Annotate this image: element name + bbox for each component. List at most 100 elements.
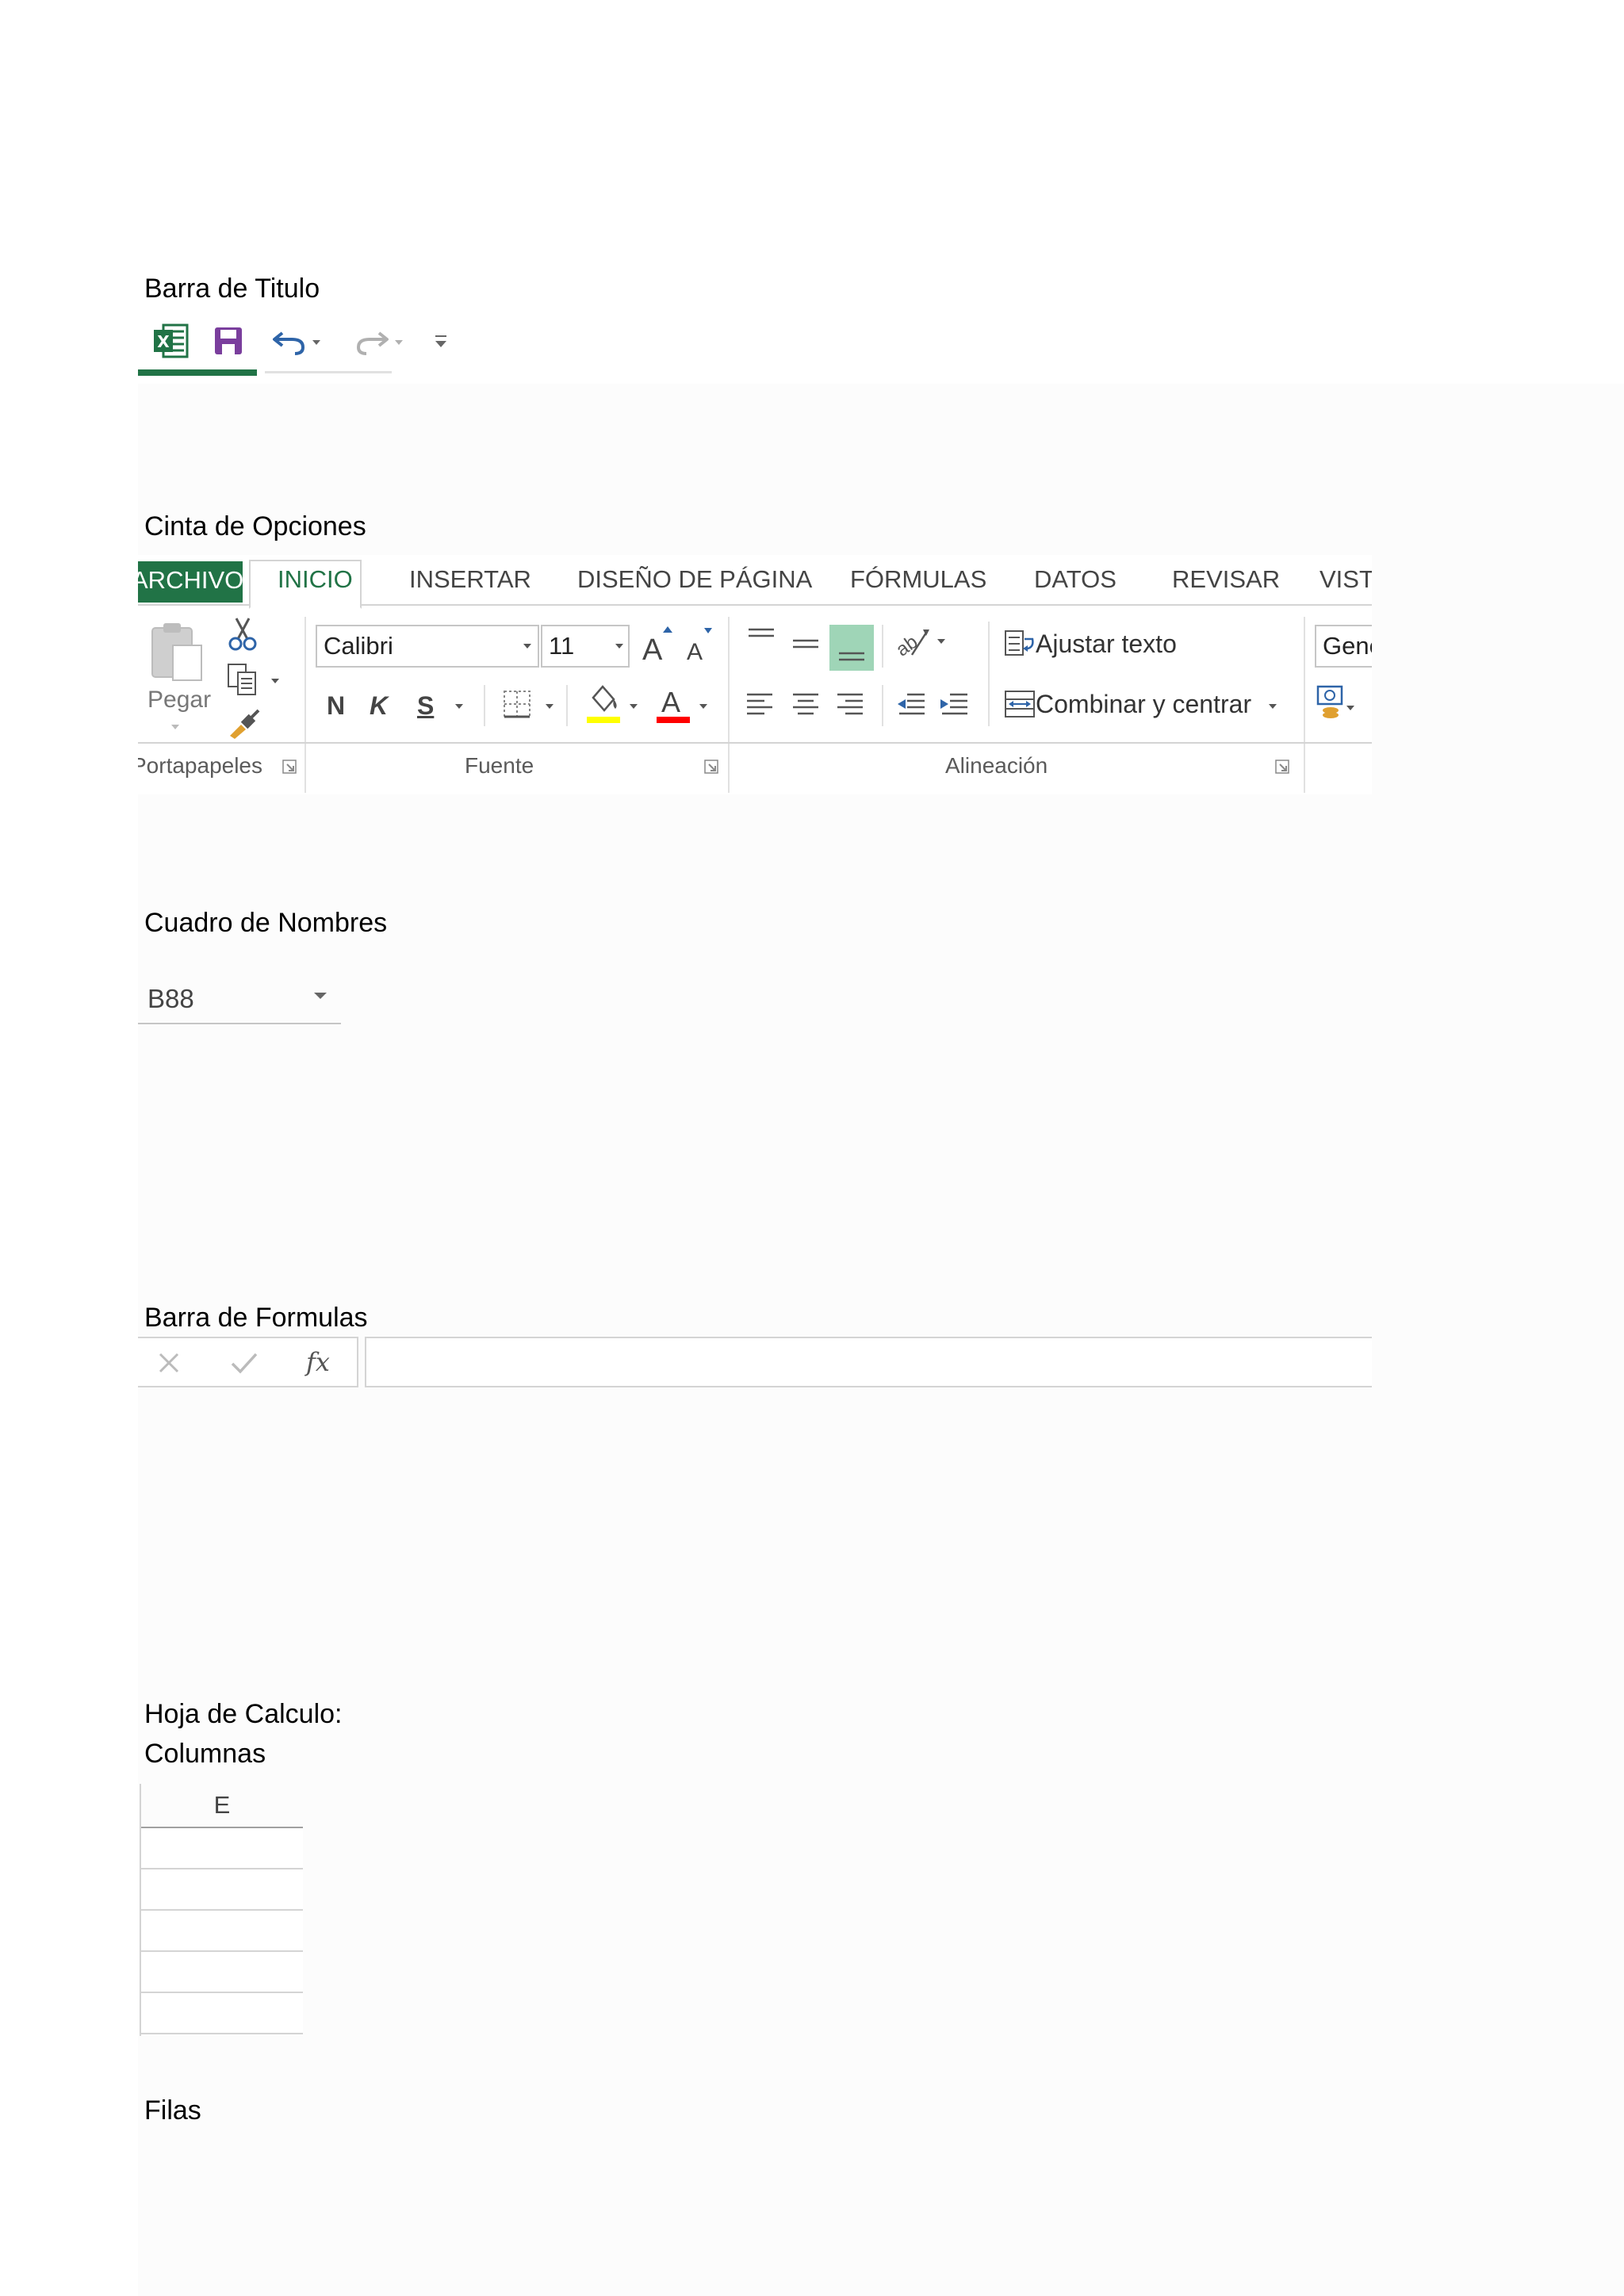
copy-icon[interactable]	[225, 661, 260, 696]
merge-center-icon[interactable]	[1004, 688, 1036, 720]
name-box-dropdown-icon[interactable]	[312, 991, 328, 1001]
cell[interactable]	[141, 1952, 303, 1993]
font-name-select[interactable]: Calibri	[316, 625, 539, 668]
grow-font-icon[interactable]: A	[641, 625, 672, 664]
ribbon-border	[138, 742, 1372, 744]
paste-icon[interactable]	[149, 620, 206, 683]
divider	[882, 625, 883, 668]
redo-icon[interactable]	[354, 325, 390, 357]
increase-indent-icon[interactable]	[939, 688, 971, 720]
ribbon-body: Pegar Portapapeles Calibri 11 A A N K S …	[138, 606, 1372, 794]
svg-text:A: A	[661, 686, 680, 718]
italic-button[interactable]: K	[370, 688, 388, 723]
clipboard-launcher-icon[interactable]	[282, 760, 297, 774]
group-label-fuente: Fuente	[465, 753, 534, 778]
paste-button[interactable]: Pegar	[147, 687, 211, 714]
cut-icon[interactable]	[227, 617, 259, 652]
formula-bar: fx	[138, 1337, 1372, 1389]
cell[interactable]	[141, 1869, 303, 1911]
svg-text:A: A	[642, 633, 663, 664]
heading-title-bar: Barra de Titulo	[144, 274, 320, 304]
name-box-value: B88	[147, 984, 194, 1013]
customize-icon[interactable]	[433, 331, 449, 350]
currency-format-icon[interactable]	[1316, 683, 1354, 723]
svg-text:A: A	[687, 639, 703, 664]
align-top-icon[interactable]	[745, 625, 777, 656]
font-color-dropdown-icon[interactable]	[698, 702, 709, 710]
tab-insertar[interactable]: INSERTAR	[409, 561, 531, 598]
divider	[988, 622, 990, 726]
borders-dropdown-icon[interactable]	[544, 702, 555, 710]
font-name-dropdown-icon[interactable]	[522, 642, 533, 650]
format-painter-icon[interactable]	[227, 707, 262, 739]
divider	[484, 685, 485, 726]
align-right-icon[interactable]	[834, 688, 866, 720]
align-bottom-button[interactable]	[829, 625, 874, 671]
qat-divider	[265, 371, 392, 373]
heading-sheet: Hoja de Calculo:	[144, 1699, 343, 1729]
tab-archivo[interactable]: ARCHIVO	[138, 561, 243, 603]
heading-columns: Columnas	[144, 1739, 266, 1769]
fill-color-icon[interactable]	[585, 682, 622, 725]
tab-datos[interactable]: DATOS	[1034, 561, 1116, 598]
insert-function-button[interactable]: fx	[306, 1343, 330, 1381]
undo-dropdown-icon[interactable]	[311, 336, 322, 347]
orientation-dropdown-icon[interactable]	[936, 637, 947, 645]
quick-access-toolbar: X	[138, 316, 471, 379]
ribbon-tabs: ARCHIVO INICIO INSERTAR DISEÑO DE PÁGINA…	[138, 555, 1372, 609]
number-format-select[interactable]: General	[1315, 625, 1372, 668]
group-separator	[728, 617, 730, 793]
heading-ribbon: Cinta de Opciones	[144, 511, 366, 541]
paste-dropdown-icon[interactable]	[170, 723, 181, 731]
tab-inicio[interactable]: INICIO	[278, 561, 353, 598]
divider	[882, 685, 883, 726]
wrap-text-icon[interactable]	[1004, 628, 1036, 660]
group-separator	[1304, 617, 1305, 793]
cell[interactable]	[141, 1911, 303, 1952]
fill-color-swatch	[587, 717, 620, 723]
undo-icon[interactable]	[271, 325, 308, 357]
svg-text:X: X	[157, 332, 170, 351]
alignment-launcher-icon[interactable]	[1275, 760, 1289, 774]
merge-center-button[interactable]: Combinar y centrar	[1036, 687, 1251, 721]
column-sample: E	[140, 1784, 304, 2036]
merge-dropdown-icon[interactable]	[1267, 702, 1278, 710]
ribbon: ARCHIVO INICIO INSERTAR DISEÑO DE PÁGINA…	[138, 555, 1372, 794]
heading-rows: Filas	[144, 2095, 201, 2126]
name-box[interactable]: B88	[138, 975, 341, 1024]
underline-button[interactable]: S	[417, 688, 434, 723]
align-left-icon[interactable]	[744, 688, 776, 720]
tab-formulas[interactable]: FÓRMULAS	[850, 561, 986, 598]
heading-formula-bar: Barra de Formulas	[144, 1303, 368, 1333]
tab-vista[interactable]: VISTA	[1320, 561, 1372, 598]
fill-color-dropdown-icon[interactable]	[628, 702, 639, 710]
save-icon[interactable]	[213, 325, 244, 357]
copy-dropdown-icon[interactable]	[270, 677, 281, 685]
font-launcher-icon[interactable]	[704, 760, 718, 774]
font-color-icon[interactable]: A	[655, 682, 691, 725]
shrink-font-icon[interactable]: A	[685, 626, 714, 664]
group-label-alineacion: Alineación	[945, 753, 1048, 778]
borders-icon[interactable]	[501, 688, 533, 720]
align-middle-icon[interactable]	[790, 629, 822, 661]
excel-icon[interactable]: X	[152, 323, 189, 358]
heading-name-box: Cuadro de Nombres	[144, 908, 388, 938]
redo-dropdown-icon[interactable]	[393, 336, 404, 347]
wrap-text-button[interactable]: Ajustar texto	[1036, 626, 1177, 661]
orientation-icon[interactable]: ab	[894, 625, 931, 660]
cancel-icon[interactable]	[157, 1351, 181, 1375]
cell[interactable]	[141, 1993, 303, 2034]
underline-dropdown-icon[interactable]	[454, 702, 465, 710]
tab-revisar[interactable]: REVISAR	[1172, 561, 1280, 598]
decrease-indent-icon[interactable]	[896, 688, 928, 720]
font-color-swatch	[657, 717, 690, 723]
enter-icon[interactable]	[230, 1351, 259, 1375]
bold-button[interactable]: N	[327, 688, 345, 723]
cell[interactable]	[141, 1828, 303, 1869]
formula-input[interactable]	[365, 1337, 1372, 1387]
group-separator	[304, 617, 306, 793]
font-size-dropdown-icon[interactable]	[614, 642, 625, 650]
align-center-icon[interactable]	[790, 688, 822, 720]
column-header-e[interactable]: E	[141, 1784, 303, 1828]
tab-diseno-de-pagina[interactable]: DISEÑO DE PÁGINA	[577, 561, 812, 598]
